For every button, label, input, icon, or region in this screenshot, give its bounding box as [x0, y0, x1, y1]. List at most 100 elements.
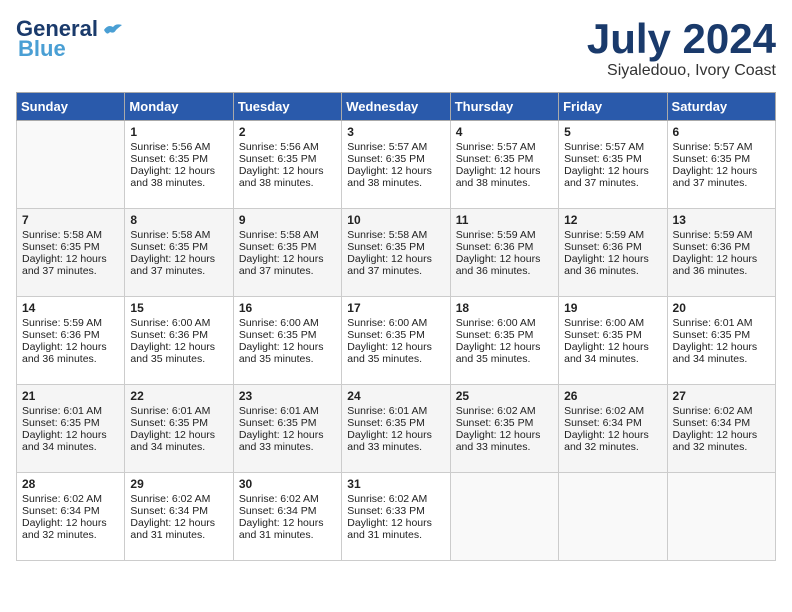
day-number: 31	[347, 477, 444, 491]
sunrise-text: Sunrise: 6:01 AM	[347, 405, 427, 417]
sunrise-text: Sunrise: 6:02 AM	[22, 493, 102, 505]
day-number: 21	[22, 389, 119, 403]
calendar-cell: 7Sunrise: 5:58 AMSunset: 6:35 PMDaylight…	[17, 209, 125, 297]
calendar-cell: 16Sunrise: 6:00 AMSunset: 6:35 PMDayligh…	[233, 297, 341, 385]
calendar-cell: 1Sunrise: 5:56 AMSunset: 6:35 PMDaylight…	[125, 121, 233, 209]
calendar-cell: 11Sunrise: 5:59 AMSunset: 6:36 PMDayligh…	[450, 209, 558, 297]
calendar-week-row: 14Sunrise: 5:59 AMSunset: 6:36 PMDayligh…	[17, 297, 776, 385]
daylight-text: Daylight: 12 hours and 37 minutes.	[347, 253, 432, 277]
logo: General Blue	[16, 16, 124, 62]
weekday-header: Tuesday	[233, 93, 341, 121]
day-number: 18	[456, 301, 553, 315]
sunset-text: Sunset: 6:35 PM	[22, 417, 100, 429]
daylight-text: Daylight: 12 hours and 35 minutes.	[456, 341, 541, 365]
sunrise-text: Sunrise: 5:58 AM	[347, 229, 427, 241]
calendar-cell: 17Sunrise: 6:00 AMSunset: 6:35 PMDayligh…	[342, 297, 450, 385]
weekday-header: Friday	[559, 93, 667, 121]
daylight-text: Daylight: 12 hours and 32 minutes.	[673, 429, 758, 453]
sunrise-text: Sunrise: 5:56 AM	[130, 141, 210, 153]
day-number: 17	[347, 301, 444, 315]
calendar-cell: 2Sunrise: 5:56 AMSunset: 6:35 PMDaylight…	[233, 121, 341, 209]
weekday-header: Sunday	[17, 93, 125, 121]
daylight-text: Daylight: 12 hours and 38 minutes.	[456, 165, 541, 189]
day-number: 9	[239, 213, 336, 227]
day-number: 2	[239, 125, 336, 139]
calendar-cell: 23Sunrise: 6:01 AMSunset: 6:35 PMDayligh…	[233, 385, 341, 473]
weekday-header: Monday	[125, 93, 233, 121]
calendar-cell: 15Sunrise: 6:00 AMSunset: 6:36 PMDayligh…	[125, 297, 233, 385]
day-number: 12	[564, 213, 661, 227]
sunrise-text: Sunrise: 6:00 AM	[239, 317, 319, 329]
sunset-text: Sunset: 6:35 PM	[347, 241, 425, 253]
sunrise-text: Sunrise: 5:57 AM	[347, 141, 427, 153]
calendar-cell: 4Sunrise: 5:57 AMSunset: 6:35 PMDaylight…	[450, 121, 558, 209]
calendar-cell: 14Sunrise: 5:59 AMSunset: 6:36 PMDayligh…	[17, 297, 125, 385]
daylight-text: Daylight: 12 hours and 37 minutes.	[564, 165, 649, 189]
daylight-text: Daylight: 12 hours and 38 minutes.	[130, 165, 215, 189]
sunset-text: Sunset: 6:33 PM	[347, 505, 425, 517]
sunset-text: Sunset: 6:36 PM	[130, 329, 208, 341]
day-number: 13	[673, 213, 770, 227]
sunset-text: Sunset: 6:35 PM	[347, 153, 425, 165]
daylight-text: Daylight: 12 hours and 36 minutes.	[673, 253, 758, 277]
day-number: 19	[564, 301, 661, 315]
day-number: 7	[22, 213, 119, 227]
weekday-header: Wednesday	[342, 93, 450, 121]
calendar-body: 1Sunrise: 5:56 AMSunset: 6:35 PMDaylight…	[17, 121, 776, 561]
day-number: 22	[130, 389, 227, 403]
sunset-text: Sunset: 6:35 PM	[239, 153, 317, 165]
calendar-cell	[17, 121, 125, 209]
sunrise-text: Sunrise: 6:00 AM	[564, 317, 644, 329]
weekday-header: Thursday	[450, 93, 558, 121]
daylight-text: Daylight: 12 hours and 37 minutes.	[239, 253, 324, 277]
sunset-text: Sunset: 6:35 PM	[239, 241, 317, 253]
day-number: 26	[564, 389, 661, 403]
sunrise-text: Sunrise: 6:02 AM	[239, 493, 319, 505]
calendar-cell: 26Sunrise: 6:02 AMSunset: 6:34 PMDayligh…	[559, 385, 667, 473]
daylight-text: Daylight: 12 hours and 37 minutes.	[673, 165, 758, 189]
sunrise-text: Sunrise: 6:00 AM	[456, 317, 536, 329]
daylight-text: Daylight: 12 hours and 33 minutes.	[239, 429, 324, 453]
calendar-cell: 5Sunrise: 5:57 AMSunset: 6:35 PMDaylight…	[559, 121, 667, 209]
daylight-text: Daylight: 12 hours and 31 minutes.	[130, 517, 215, 541]
sunrise-text: Sunrise: 6:02 AM	[673, 405, 753, 417]
sunset-text: Sunset: 6:35 PM	[673, 329, 751, 341]
sunrise-text: Sunrise: 6:02 AM	[347, 493, 427, 505]
sunset-text: Sunset: 6:34 PM	[239, 505, 317, 517]
calendar-cell: 31Sunrise: 6:02 AMSunset: 6:33 PMDayligh…	[342, 473, 450, 561]
weekday-header: Saturday	[667, 93, 775, 121]
sunrise-text: Sunrise: 6:02 AM	[130, 493, 210, 505]
sunrise-text: Sunrise: 6:02 AM	[564, 405, 644, 417]
calendar-cell: 12Sunrise: 5:59 AMSunset: 6:36 PMDayligh…	[559, 209, 667, 297]
calendar-cell: 21Sunrise: 6:01 AMSunset: 6:35 PMDayligh…	[17, 385, 125, 473]
calendar-table: SundayMondayTuesdayWednesdayThursdayFrid…	[16, 92, 776, 561]
calendar-week-row: 7Sunrise: 5:58 AMSunset: 6:35 PMDaylight…	[17, 209, 776, 297]
day-number: 28	[22, 477, 119, 491]
daylight-text: Daylight: 12 hours and 34 minutes.	[22, 429, 107, 453]
sunset-text: Sunset: 6:35 PM	[456, 153, 534, 165]
sunset-text: Sunset: 6:35 PM	[22, 241, 100, 253]
sunrise-text: Sunrise: 6:02 AM	[456, 405, 536, 417]
calendar-cell: 13 Sunrise: 5:59 AMSunset: 6:36 PMDayligh…	[667, 209, 775, 297]
calendar-cell: 6Sunrise: 5:57 AMSunset: 6:35 PMDaylight…	[667, 121, 775, 209]
daylight-text: Daylight: 12 hours and 37 minutes.	[130, 253, 215, 277]
calendar-cell: 10Sunrise: 5:58 AMSunset: 6:35 PMDayligh…	[342, 209, 450, 297]
daylight-text: Daylight: 12 hours and 38 minutes.	[347, 165, 432, 189]
sunrise-text: Sunrise: 5:57 AM	[673, 141, 753, 153]
month-title: July 2024	[587, 16, 776, 62]
daylight-text: Daylight: 12 hours and 33 minutes.	[456, 429, 541, 453]
sunset-text: Sunset: 6:36 PM	[22, 329, 100, 341]
sunrise-text: Sunrise: 6:01 AM	[239, 405, 319, 417]
sunset-text: Sunset: 6:36 PM	[673, 241, 751, 253]
sunrise-text: Sunrise: 5:59 AM	[456, 229, 536, 241]
daylight-text: Daylight: 12 hours and 36 minutes.	[564, 253, 649, 277]
daylight-text: Daylight: 12 hours and 35 minutes.	[347, 341, 432, 365]
sunrise-text: Sunrise: 6:01 AM	[673, 317, 753, 329]
logo-bird-icon	[102, 22, 124, 38]
daylight-text: Daylight: 12 hours and 36 minutes.	[22, 341, 107, 365]
sunset-text: Sunset: 6:35 PM	[564, 329, 642, 341]
calendar-cell: 25Sunrise: 6:02 AMSunset: 6:35 PMDayligh…	[450, 385, 558, 473]
daylight-text: Daylight: 12 hours and 35 minutes.	[130, 341, 215, 365]
sunrise-text: Sunrise: 5:59 AM	[673, 229, 753, 241]
sunrise-text: Sunrise: 5:59 AM	[564, 229, 644, 241]
